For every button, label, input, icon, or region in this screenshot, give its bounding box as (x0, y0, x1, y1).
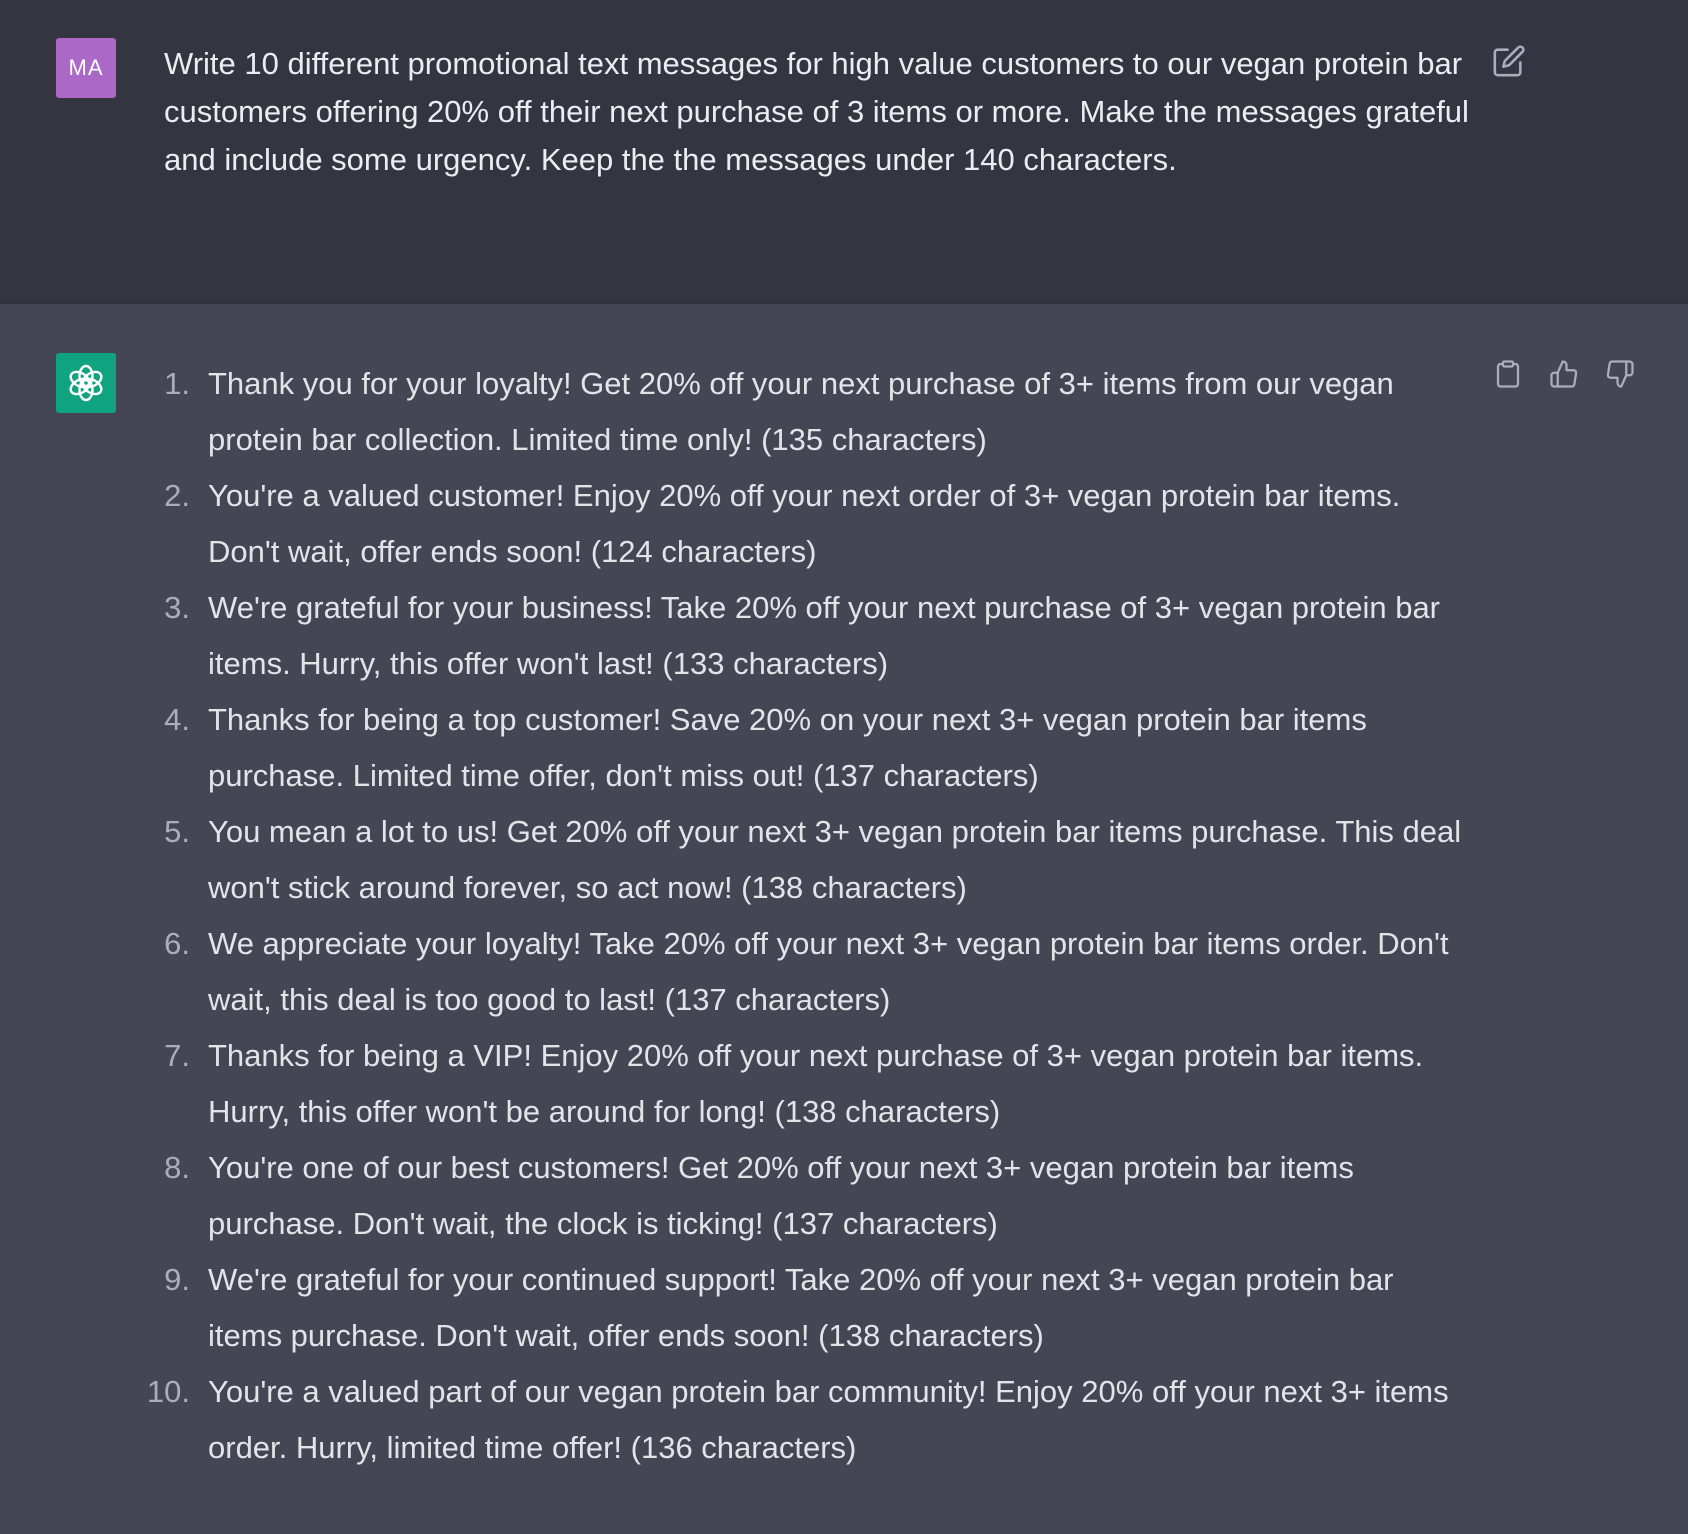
openai-logo-icon (69, 364, 103, 402)
clipboard-icon[interactable] (1490, 356, 1526, 392)
list-item-number: 6. (164, 926, 190, 961)
list-item: 10. You're a valued part of our vegan pr… (130, 1364, 1470, 1476)
list-item: 7. Thanks for being a VIP! Enjoy 20% off… (130, 1028, 1470, 1140)
list-item-number: 9. (164, 1262, 190, 1297)
thumbs-down-icon[interactable] (1602, 356, 1638, 392)
list-item: 4. Thanks for being a top customer! Save… (130, 692, 1470, 804)
list-item-text: Thanks for being a top customer! Save 20… (208, 702, 1367, 793)
list-item-number: 8. (164, 1150, 190, 1185)
user-message-row: MA Write 10 different promotional text m… (0, 0, 1688, 304)
promo-message-list: 1. Thank you for your loyalty! Get 20% o… (130, 356, 1470, 1476)
list-item: 5. You mean a lot to us! Get 20% off you… (130, 804, 1470, 916)
edit-icon[interactable] (1492, 44, 1526, 78)
list-item-text: Thank you for your loyalty! Get 20% off … (208, 366, 1394, 457)
list-item-number: 2. (164, 478, 190, 513)
list-item-number: 1. (164, 366, 190, 401)
list-item: 8. You're one of our best customers! Get… (130, 1140, 1470, 1252)
list-item-text: We're grateful for your business! Take 2… (208, 590, 1441, 681)
list-item-text: You're a valued part of our vegan protei… (208, 1374, 1449, 1465)
list-item: 6. We appreciate your loyalty! Take 20% … (130, 916, 1470, 1028)
list-item-number: 7. (164, 1038, 190, 1073)
list-item-text: We appreciate your loyalty! Take 20% off… (208, 926, 1449, 1017)
list-item-number: 5. (164, 814, 190, 849)
list-item-number: 10. (146, 1374, 190, 1409)
list-item-text: You mean a lot to us! Get 20% off your n… (208, 814, 1462, 905)
list-item-number: 4. (164, 702, 190, 737)
list-item-text: You're a valued customer! Enjoy 20% off … (208, 478, 1401, 569)
list-item-text: Thanks for being a VIP! Enjoy 20% off yo… (208, 1038, 1424, 1129)
list-item: 1. Thank you for your loyalty! Get 20% o… (130, 356, 1470, 468)
user-avatar: MA (56, 38, 116, 98)
thumbs-up-icon[interactable] (1546, 356, 1582, 392)
list-item: 3. We're grateful for your business! Tak… (130, 580, 1470, 692)
user-message-text: Write 10 different promotional text mess… (164, 46, 1469, 177)
list-item: 9. We're grateful for your continued sup… (130, 1252, 1470, 1364)
message-actions (1490, 356, 1638, 392)
list-item: 2. You're a valued customer! Enjoy 20% o… (130, 468, 1470, 580)
list-item-text: We're grateful for your continued suppor… (208, 1262, 1394, 1353)
user-avatar-initials: MA (68, 55, 104, 80)
list-item-text: You're one of our best customers! Get 20… (208, 1150, 1354, 1241)
assistant-avatar (56, 353, 116, 413)
list-item-number: 3. (164, 590, 190, 625)
